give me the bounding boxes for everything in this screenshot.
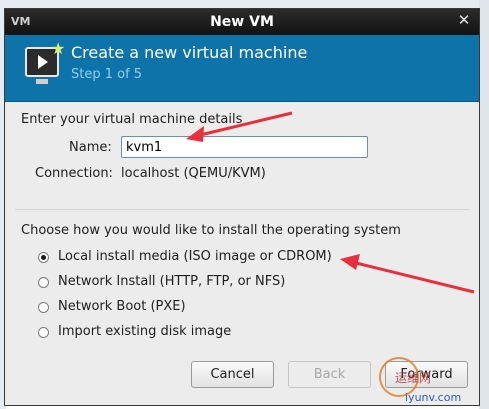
name-label: Name: [69, 140, 112, 155]
radio-network-boot[interactable] [38, 302, 49, 313]
install-section-label: Choose how you would like to install the… [21, 223, 401, 238]
radio-label-local-install-media[interactable]: Local install media (ISO image or CDROM) [58, 249, 332, 264]
title-bar[interactable]: VM New VM ✕ [5, 9, 479, 35]
radio-label-import-disk-image[interactable]: Import existing disk image [58, 324, 231, 339]
radio-label-network-install[interactable]: Network Install (HTTP, FTP, or NFS) [58, 274, 285, 289]
watermark-url: iyunv.com [405, 391, 462, 404]
watermark-text: 运维网 [395, 371, 432, 385]
monitor-stand [36, 79, 48, 84]
radio-import-disk-image[interactable] [38, 327, 49, 338]
background-window-edge [479, 0, 489, 409]
wizard-step: Step 1 of 5 [71, 67, 143, 82]
divider [15, 209, 469, 210]
connection-label: Connection: [35, 166, 113, 181]
cancel-button[interactable]: Cancel [191, 361, 274, 388]
radio-network-install[interactable] [38, 277, 49, 288]
back-button[interactable]: Back [288, 361, 371, 388]
play-icon [38, 55, 48, 69]
watermark: 运维网 iyunv.com [375, 355, 475, 407]
wizard-header: ★ Create a new virtual machine Step 1 of… [5, 35, 479, 102]
window-title: New VM [210, 14, 274, 30]
details-section-label: Enter your virtual machine details [21, 112, 243, 127]
name-input[interactable] [121, 136, 368, 158]
background-window-strip [0, 0, 489, 8]
radio-label-network-boot[interactable]: Network Boot (PXE) [58, 299, 186, 314]
close-icon[interactable]: ✕ [455, 11, 473, 29]
radio-local-install-media[interactable] [38, 252, 49, 263]
new-star-icon: ★ [51, 39, 66, 58]
virtual-machine-monitor-icon: ★ [25, 39, 65, 84]
new-vm-dialog: VM New VM ✕ ★ Create a new virtual machi… [4, 8, 480, 406]
wizard-title: Create a new virtual machine [71, 43, 308, 62]
connection-value: localhost (QEMU/KVM) [121, 166, 266, 181]
